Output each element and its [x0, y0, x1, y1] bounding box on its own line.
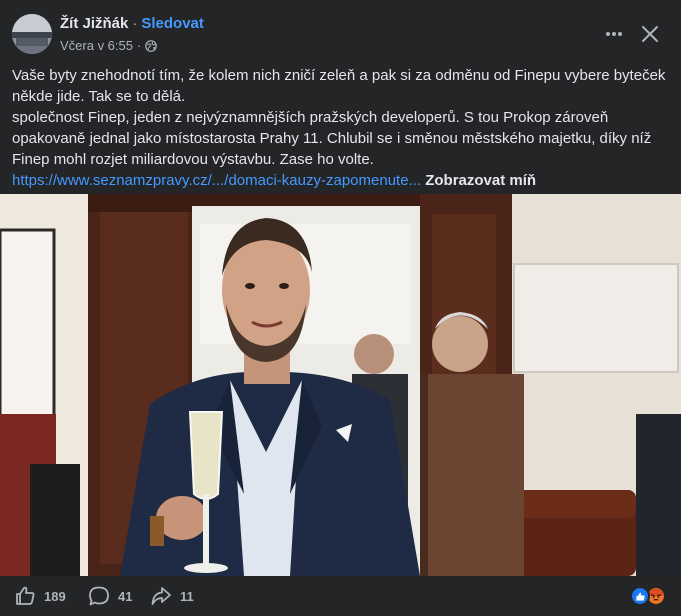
more-options-button[interactable]: [598, 18, 630, 50]
name-separator: ·: [132, 15, 138, 32]
author-row: Žít Jižňák · Sledovat: [60, 15, 204, 32]
text-line: Finep mohl rozjet miliardovou výstavbu. …: [12, 151, 374, 168]
follow-button[interactable]: Sledovat: [141, 15, 204, 32]
post-footer: 189 41 11: [0, 576, 681, 616]
article-link[interactable]: https://www.seznamzpravy.cz/.../domaci-k…: [12, 172, 421, 189]
page-avatar[interactable]: [12, 14, 52, 54]
post-photo[interactable]: [0, 194, 681, 576]
photo-illustration: [0, 194, 681, 576]
share-icon: [151, 587, 171, 605]
close-button[interactable]: [634, 18, 666, 50]
text-line: někde jide. Tak se to dělá.: [12, 88, 186, 105]
text-line: společnost Finep, jeden z nejvýznamnější…: [12, 109, 609, 126]
comment-icon: [89, 586, 109, 606]
like-reaction-icon: [630, 586, 650, 606]
reaction-summary[interactable]: [630, 586, 666, 606]
post-header: Žít Jižňák · Sledovat Včera v 6:55 ·: [0, 0, 681, 62]
thumbs-up-icon: [16, 586, 35, 605]
text-line: Vaše byty znehodnotí tím, že kolem nich …: [12, 67, 666, 84]
more-dots-icon: [606, 32, 622, 36]
text-line: opakovaně jednal jako místostarosta Prah…: [12, 130, 652, 147]
post-message: Vaše byty znehodnotí tím, že kolem nich …: [12, 65, 672, 191]
close-icon: [642, 26, 658, 42]
comment-count: 41: [118, 588, 133, 604]
like-count: 189: [44, 588, 66, 604]
post-timestamp[interactable]: Včera v 6:55: [60, 38, 133, 53]
author-name[interactable]: Žít Jižňák: [60, 15, 128, 32]
like-button[interactable]: 189: [14, 585, 66, 607]
meta-separator: ·: [137, 38, 142, 53]
post-meta: Včera v 6:55 ·: [60, 38, 158, 53]
link-line: https://www.seznamzpravy.cz/.../domaci-k…: [12, 170, 672, 191]
post-card: Žít Jižňák · Sledovat Včera v 6:55 · Vaš…: [0, 0, 681, 616]
share-button[interactable]: 11: [150, 585, 194, 607]
see-less-button[interactable]: Zobrazovat míň: [425, 172, 536, 189]
comment-button[interactable]: 41: [88, 585, 132, 607]
share-count: 11: [180, 588, 194, 604]
globe-icon: [145, 39, 158, 52]
